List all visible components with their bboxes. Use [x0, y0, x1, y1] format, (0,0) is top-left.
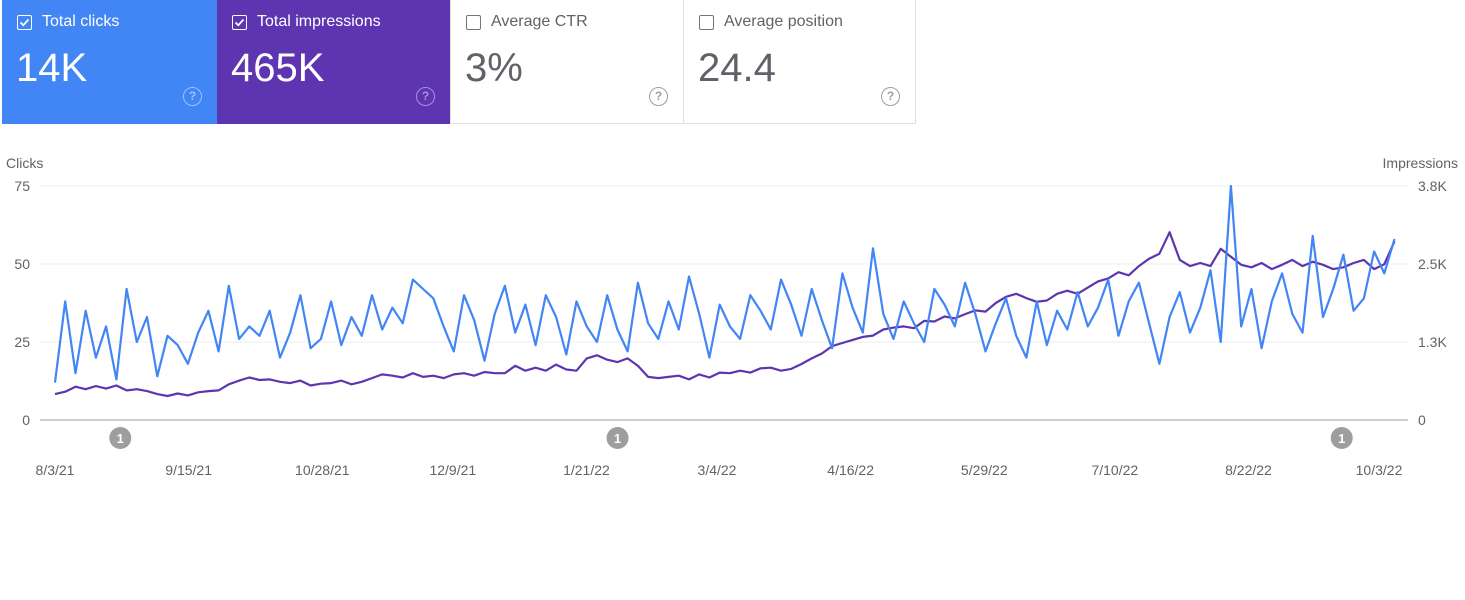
metric-label: Average CTR: [491, 13, 588, 30]
series-line-clicks: [53, 184, 1396, 383]
x-tick-label: 8/22/22: [1225, 462, 1272, 478]
help-icon[interactable]: ?: [183, 87, 202, 106]
metric-label: Average position: [724, 13, 843, 30]
metric-card-average-position[interactable]: Average position 24.4 ?: [683, 0, 916, 124]
metric-value: 14K: [16, 46, 88, 90]
y-left-tick-label: 50: [14, 256, 30, 272]
performance-chart: Clicks Impressions 75 3.8K 50 2.5K 25 1.3K 0 0 8…: [0, 140, 1465, 500]
y-right-tick-label: 2.5K: [1418, 256, 1447, 272]
checkbox-checked-icon[interactable]: [232, 15, 247, 30]
metric-card-average-ctr[interactable]: Average CTR 3% ?: [450, 0, 683, 124]
help-icon[interactable]: ?: [881, 87, 900, 106]
metric-card-total-impressions[interactable]: Total impressions 465K ?: [217, 0, 450, 124]
help-icon[interactable]: ?: [416, 87, 435, 106]
x-tick-label: 3/4/22: [698, 462, 737, 478]
metric-label: Total clicks: [42, 13, 120, 30]
annotation-label: 1: [117, 431, 124, 446]
y-right-tick-label: 1.3K: [1418, 334, 1447, 350]
metric-value: 24.4: [698, 46, 776, 90]
x-tick-label: 1/21/22: [563, 462, 610, 478]
help-icon[interactable]: ?: [649, 87, 668, 106]
x-tick-label: 5/29/22: [961, 462, 1008, 478]
metric-card-total-clicks[interactable]: Total clicks 14K ?: [2, 0, 217, 124]
y-axis-left-title: Clicks: [6, 155, 44, 171]
y-left-tick-label: 0: [22, 412, 30, 428]
y-left-tick-label: 25: [14, 334, 30, 350]
x-tick-label: 9/15/21: [165, 462, 212, 478]
x-tick-label: 10/28/21: [295, 462, 350, 478]
annotation-label: 1: [614, 431, 621, 446]
chart-canvas: 75 3.8K 50 2.5K 25 1.3K 0 0 8/3/21 9/15/21 10/28/2…: [14, 178, 1447, 478]
y-right-tick-label: 3.8K: [1418, 178, 1447, 194]
checkbox-unchecked-icon[interactable]: [699, 15, 714, 30]
checkbox-checked-icon[interactable]: [17, 15, 32, 30]
metric-cards: Total clicks 14K ? Total impressions 465…: [2, 0, 916, 124]
metric-value: 3%: [465, 46, 523, 90]
x-tick-label: 4/16/22: [827, 462, 874, 478]
annotation-label: 1: [1338, 431, 1345, 446]
y-left-tick-label: 75: [14, 178, 30, 194]
checkbox-unchecked-icon[interactable]: [466, 15, 481, 30]
metric-label: Total impressions: [257, 13, 381, 30]
y-right-tick-label: 0: [1418, 412, 1426, 428]
x-tick-label: 7/10/22: [1091, 462, 1138, 478]
x-tick-label: 8/3/21: [36, 462, 75, 478]
x-tick-label: 12/9/21: [429, 462, 476, 478]
y-axis-right-title: Impressions: [1382, 155, 1458, 171]
x-tick-label: 10/3/22: [1356, 462, 1403, 478]
metric-value: 465K: [231, 46, 325, 90]
